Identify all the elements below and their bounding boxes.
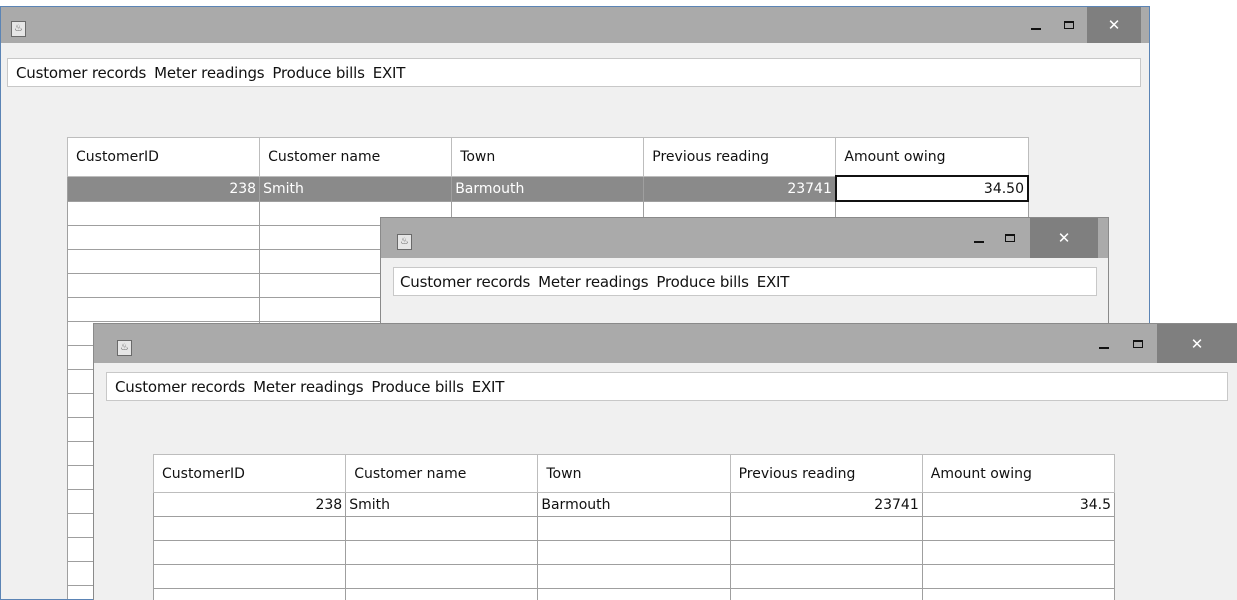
table-cell[interactable] — [66, 225, 261, 250]
close-icon: ✕ — [1190, 334, 1204, 353]
table-cell[interactable] — [345, 516, 539, 541]
column-header-previous-reading[interactable]: Previous reading — [643, 137, 837, 177]
maximize-icon — [1133, 339, 1143, 348]
table-cell[interactable] — [921, 588, 1116, 600]
middle-window: ♨ ✕ Customer records Meter readings Prod… — [380, 217, 1109, 327]
java-app-icon: ♨ — [117, 340, 132, 356]
java-app-icon: ♨ — [11, 21, 26, 37]
table-cell[interactable] — [152, 516, 347, 541]
table-row[interactable]: 238 Smith Barmouth 23741 34.5 — [152, 492, 1116, 517]
column-header-customer-name[interactable]: Customer name — [345, 454, 539, 493]
menu-produce-bills[interactable]: Produce bills — [367, 378, 467, 396]
menu-meter-readings[interactable]: Meter readings — [534, 273, 652, 291]
minimize-button[interactable] — [1017, 7, 1055, 43]
table-header-row: CustomerID Customer name Town Previous r… — [152, 454, 1116, 493]
column-header-town[interactable]: Town — [537, 454, 731, 493]
minimize-icon — [1031, 28, 1041, 30]
table-cell[interactable] — [921, 564, 1116, 589]
minimize-button[interactable] — [964, 218, 994, 258]
close-icon: ✕ — [1057, 229, 1071, 247]
table-cell[interactable] — [729, 564, 923, 589]
table-cell[interactable] — [152, 540, 347, 565]
column-header-customerid[interactable]: CustomerID — [152, 454, 347, 493]
menu-exit[interactable]: EXIT — [753, 273, 794, 291]
table-row[interactable] — [152, 564, 1116, 589]
table-cell[interactable] — [345, 540, 539, 565]
table-cell[interactable] — [921, 516, 1116, 541]
table-row[interactable] — [152, 588, 1116, 600]
menu-exit[interactable]: EXIT — [468, 378, 509, 396]
table-cell[interactable]: 23741 — [643, 175, 837, 202]
table-cell[interactable]: Smith — [259, 175, 453, 202]
table-cell[interactable] — [729, 588, 923, 600]
menu-produce-bills[interactable]: Produce bills — [268, 64, 368, 82]
table-cell[interactable]: 238 — [152, 492, 347, 517]
table-cell[interactable]: 238 — [66, 175, 261, 202]
table-cell[interactable] — [537, 564, 731, 589]
table-cell[interactable]: Barmouth — [451, 175, 645, 202]
menu-customer-records[interactable]: Customer records — [8, 64, 150, 82]
table-cell[interactable] — [729, 540, 923, 565]
table-cell[interactable] — [921, 540, 1116, 565]
back-window-menubar: Customer records Meter readings Produce … — [7, 58, 1141, 87]
table-cell[interactable] — [345, 564, 539, 589]
table-cell[interactable]: 34.50 — [834, 175, 1030, 202]
column-header-customer-name[interactable]: Customer name — [259, 137, 453, 177]
column-header-amount-owing[interactable]: Amount owing — [921, 454, 1116, 493]
menu-customer-records[interactable]: Customer records — [107, 378, 249, 396]
table-cell[interactable] — [345, 588, 539, 600]
table-cell[interactable] — [152, 588, 347, 600]
maximize-icon — [1005, 234, 1015, 242]
minimize-icon — [1099, 346, 1109, 349]
table-cell[interactable]: 23741 — [729, 492, 923, 517]
table-cell[interactable] — [537, 516, 731, 541]
table-cell[interactable]: 34.5 — [921, 492, 1116, 517]
table-row[interactable] — [152, 540, 1116, 565]
column-header-customerid[interactable]: CustomerID — [66, 137, 261, 177]
close-button[interactable]: ✕ — [1030, 218, 1098, 258]
menu-customer-records[interactable]: Customer records — [394, 273, 534, 291]
menu-exit[interactable]: EXIT — [369, 64, 410, 82]
back-window-titlebar[interactable]: ♨ ✕ — [1, 7, 1149, 43]
table-cell[interactable] — [66, 297, 261, 322]
maximize-button[interactable] — [1055, 7, 1083, 43]
menu-produce-bills[interactable]: Produce bills — [652, 273, 752, 291]
middle-window-menubar: Customer records Meter readings Produce … — [393, 267, 1097, 296]
front-window-menubar: Customer records Meter readings Produce … — [106, 372, 1228, 401]
maximize-button[interactable] — [1123, 324, 1153, 363]
table-cell[interactable] — [66, 249, 261, 274]
front-window: ♨ ✕ Customer records Meter readings Prod… — [93, 323, 1237, 600]
table-cell[interactable] — [152, 564, 347, 589]
close-icon: ✕ — [1107, 16, 1121, 34]
table-row[interactable] — [152, 516, 1116, 541]
table-cell[interactable] — [537, 540, 731, 565]
column-header-town[interactable]: Town — [451, 137, 645, 177]
table-cell[interactable] — [729, 516, 923, 541]
table-body: 238 Smith Barmouth 23741 34.5 — [152, 492, 1116, 600]
front-window-titlebar[interactable]: ♨ ✕ — [94, 324, 1237, 363]
table-cell[interactable] — [66, 273, 261, 298]
table-cell[interactable]: Barmouth — [537, 492, 731, 517]
table-cell[interactable] — [66, 200, 261, 226]
table-cell[interactable]: Smith — [345, 492, 539, 517]
table-cell[interactable] — [537, 588, 731, 600]
column-header-amount-owing[interactable]: Amount owing — [835, 137, 1029, 177]
minimize-button[interactable] — [1086, 324, 1122, 363]
maximize-icon — [1064, 21, 1074, 29]
middle-window-titlebar[interactable]: ♨ ✕ — [381, 218, 1108, 258]
menu-meter-readings[interactable]: Meter readings — [249, 378, 367, 396]
menu-meter-readings[interactable]: Meter readings — [150, 64, 268, 82]
table-header-row: CustomerID Customer name Town Previous r… — [66, 137, 1029, 177]
table-row[interactable]: 238 Smith Barmouth 23741 34.50 — [66, 175, 1030, 202]
minimize-icon — [974, 241, 984, 243]
customer-table: CustomerID Customer name Town Previous r… — [152, 454, 1116, 600]
close-button[interactable]: ✕ — [1157, 324, 1237, 363]
java-app-icon: ♨ — [397, 234, 412, 250]
maximize-button[interactable] — [995, 218, 1025, 258]
column-header-previous-reading[interactable]: Previous reading — [729, 454, 923, 493]
close-button[interactable]: ✕ — [1087, 7, 1141, 43]
